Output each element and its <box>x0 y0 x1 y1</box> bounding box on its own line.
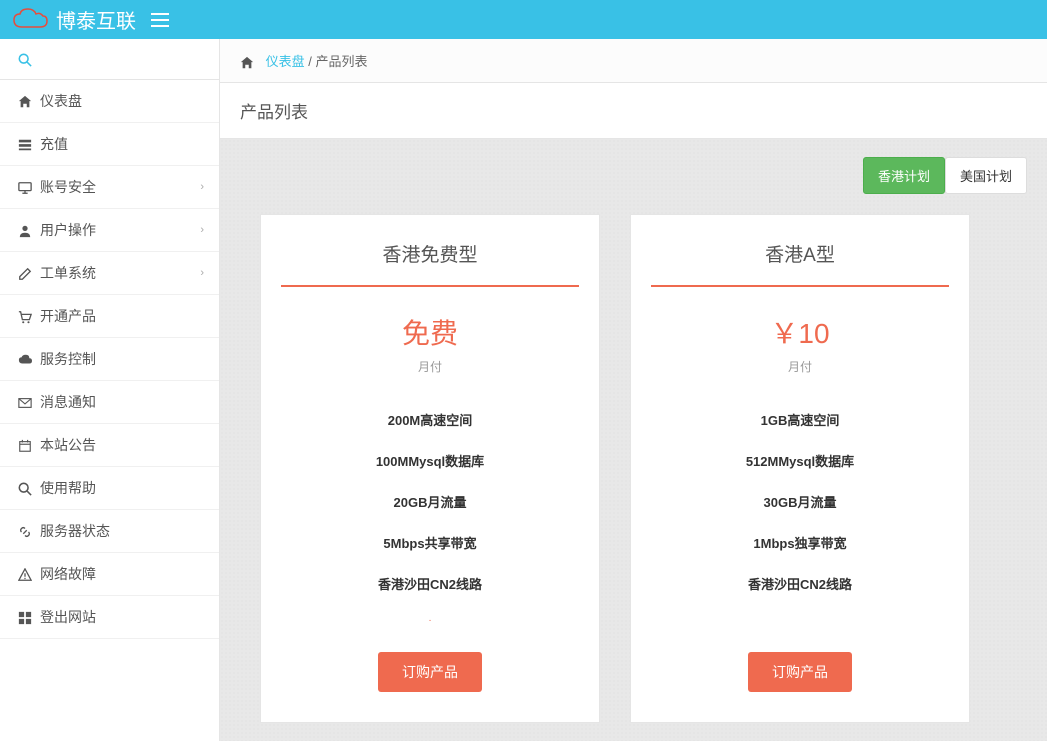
sidebar-item-label: 网络故障 <box>40 564 96 584</box>
sidebar-item-label: 服务器状态 <box>40 521 110 541</box>
product-cycle: 月付 <box>651 358 949 375</box>
product-title: 香港A型 <box>651 240 949 267</box>
product-feature: 1Mbps独享带宽 <box>651 533 949 552</box>
envelope-icon <box>18 394 40 410</box>
warning-icon <box>18 566 40 582</box>
plan-tab-1[interactable]: 美国计划 <box>945 157 1027 194</box>
product-feature: 200M高速空间 <box>281 410 579 429</box>
sidebar-item-5[interactable]: 开通产品 <box>0 295 219 338</box>
chevron-right-icon: › <box>200 181 204 193</box>
sidebar-item-label: 用户操作 <box>40 220 96 240</box>
sidebar-item-label: 本站公告 <box>40 435 96 455</box>
sidebar-item-2[interactable]: 账号安全 › <box>0 166 219 209</box>
brand-name: 博泰互联 <box>56 5 136 34</box>
edit-icon <box>18 265 40 281</box>
sidebar-item-12[interactable]: 登出网站 <box>0 596 219 639</box>
order-button[interactable]: 订购产品 <box>748 652 852 692</box>
product-feature: 512MMysql数据库 <box>651 451 949 470</box>
sidebar-item-3[interactable]: 用户操作 › <box>0 209 219 252</box>
dot: · <box>281 615 579 627</box>
breadcrumb-dashboard-link[interactable]: 仪表盘 <box>266 54 305 69</box>
sidebar-item-label: 登出网站 <box>40 607 96 627</box>
sidebar-item-0[interactable]: 仪表盘 <box>0 80 219 123</box>
desktop-icon <box>18 179 40 195</box>
sidebar-item-label: 服务控制 <box>40 349 96 369</box>
sidebar-item-label: 开通产品 <box>40 306 96 326</box>
sidebar: 仪表盘 充值 账号安全 › 用户操作 › 工单系统 › 开通产品 <box>0 39 220 741</box>
sidebar-item-label: 工单系统 <box>40 263 96 283</box>
header: 博泰互联 <box>0 0 1047 39</box>
divider <box>651 285 949 287</box>
product-price: ￥10 <box>651 312 949 352</box>
sidebar-item-label: 消息通知 <box>40 392 96 412</box>
sidebar-item-label: 账号安全 <box>40 177 96 197</box>
divider <box>281 285 579 287</box>
menu-toggle[interactable] <box>151 8 169 31</box>
sidebar-item-label: 仪表盘 <box>40 91 82 111</box>
order-button[interactable]: 订购产品 <box>378 652 482 692</box>
windows-icon <box>18 609 40 625</box>
product-feature: 香港沙田CN2线路 <box>651 574 949 593</box>
chevron-right-icon: › <box>200 267 204 279</box>
product-feature: 20GB月流量 <box>281 492 579 511</box>
page-title: 产品列表 <box>220 83 1047 139</box>
product-feature: 30GB月流量 <box>651 492 949 511</box>
cloud-icon <box>18 351 40 367</box>
product-feature: 100MMysql数据库 <box>281 451 579 470</box>
sidebar-item-label: 使用帮助 <box>40 478 96 498</box>
chevron-right-icon: › <box>200 224 204 236</box>
search-icon <box>18 480 40 496</box>
sidebar-item-10[interactable]: 服务器状态 <box>0 510 219 553</box>
plan-tabs: 香港计划美国计划 <box>240 157 1027 194</box>
sidebar-item-8[interactable]: 本站公告 <box>0 424 219 467</box>
plan-tab-0[interactable]: 香港计划 <box>863 157 945 194</box>
logo-icon <box>10 7 50 33</box>
sidebar-item-label: 充值 <box>40 134 68 154</box>
link-icon <box>18 523 40 539</box>
product-feature: 香港沙田CN2线路 <box>281 574 579 593</box>
product-cards: 香港免费型 免费 月付 200M高速空间 100MMysql数据库 20GB月流量 5… <box>240 214 1027 723</box>
product-card-1: 香港A型 ￥10 月付 1GB高速空间 512MMysql数据库 30GB月流量 1M… <box>630 214 970 723</box>
product-card-0: 香港免费型 免费 月付 200M高速空间 100MMysql数据库 20GB月流量 5… <box>260 214 600 723</box>
sidebar-item-1[interactable]: 充值 <box>0 123 219 166</box>
cart-icon <box>18 308 40 324</box>
product-title: 香港免费型 <box>281 240 579 267</box>
sidebar-item-6[interactable]: 服务控制 <box>0 338 219 381</box>
sidebar-search[interactable] <box>0 39 219 80</box>
product-price: 免费 <box>281 312 579 352</box>
product-feature: 1GB高速空间 <box>651 410 949 429</box>
user-icon <box>18 222 40 238</box>
sidebar-item-11[interactable]: 网络故障 <box>0 553 219 596</box>
sidebar-item-4[interactable]: 工单系统 › <box>0 252 219 295</box>
tasks-icon <box>18 136 40 152</box>
sidebar-item-7[interactable]: 消息通知 <box>0 381 219 424</box>
search-icon <box>18 53 32 67</box>
main-content: 仪表盘 / 产品列表 产品列表 香港计划美国计划 香港免费型 免费 月付 200… <box>220 39 1047 741</box>
sidebar-item-9[interactable]: 使用帮助 <box>0 467 219 510</box>
home-icon[interactable] <box>240 54 258 69</box>
calendar-icon <box>18 437 40 453</box>
home-icon <box>18 93 40 109</box>
dot <box>651 615 949 627</box>
product-feature: 5Mbps共享带宽 <box>281 533 579 552</box>
product-cycle: 月付 <box>281 358 579 375</box>
breadcrumb-current: 产品列表 <box>316 54 368 69</box>
breadcrumb: 仪表盘 / 产品列表 <box>220 39 1047 83</box>
